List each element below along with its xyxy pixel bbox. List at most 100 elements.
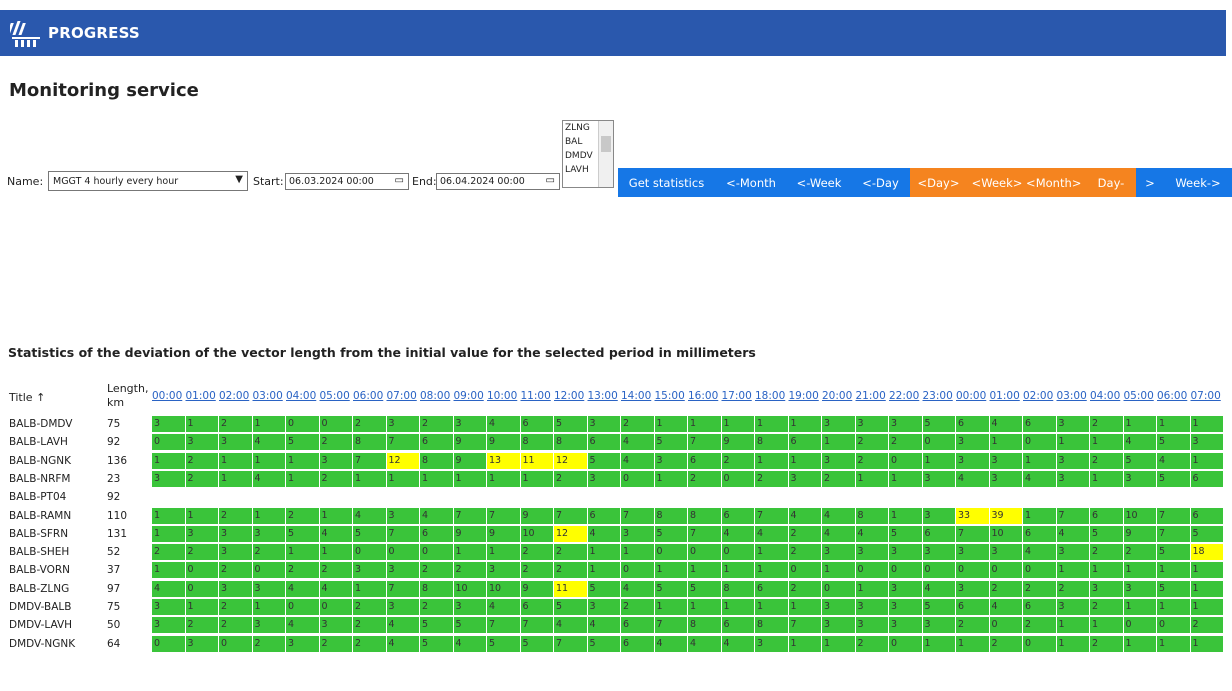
day-dash-button[interactable]: Day- — [1086, 168, 1136, 197]
hour-header-link[interactable]: 07:00 — [1191, 390, 1221, 402]
hour-header-link[interactable]: 22:00 — [889, 390, 919, 402]
table-cell: 1 — [755, 544, 789, 561]
table-cell: 6 — [956, 416, 990, 432]
table-cell: 33 — [956, 507, 990, 524]
table-cell: 3 — [1123, 580, 1157, 597]
table-cell: 1 — [219, 452, 253, 469]
hour-header-link[interactable]: 00:00 — [956, 390, 986, 402]
table-cell: 2 — [621, 599, 655, 615]
table-cell: 2 — [855, 434, 889, 451]
table-cell: 0 — [152, 635, 186, 652]
table-cell: 2 — [252, 635, 286, 652]
hour-header-link[interactable]: 06:00 — [1157, 390, 1187, 402]
hour-header-link[interactable]: 01:00 — [990, 390, 1020, 402]
table-cell: 0 — [621, 562, 655, 579]
table-cell: 3 — [1190, 434, 1224, 451]
table-cell: 5 — [353, 525, 387, 542]
hour-header-link[interactable]: 17:00 — [722, 390, 752, 402]
prev-week-button[interactable]: <-Week — [787, 168, 851, 197]
hour-header-link[interactable]: 01:00 — [186, 390, 216, 402]
table-cell: 3 — [822, 544, 856, 561]
table-cell: 3 — [989, 452, 1023, 469]
hour-header-link[interactable]: 03:00 — [1057, 390, 1087, 402]
table-cell: 1 — [1190, 635, 1224, 652]
start-datetime-input[interactable]: 06.03.2024 00:00 ▭ — [285, 173, 409, 190]
table-cell: 3 — [386, 599, 420, 615]
next-button[interactable]: > — [1136, 168, 1164, 197]
table-cell: 1 — [286, 544, 320, 561]
table-cell: 8 — [520, 434, 554, 451]
row-length: 92 — [107, 491, 121, 504]
name-label: Name: — [7, 175, 44, 188]
hour-header-link[interactable]: 08:00 — [420, 390, 450, 402]
table-cell: 6 — [420, 525, 454, 542]
hour-header-link[interactable]: 16:00 — [688, 390, 718, 402]
get-statistics-button[interactable]: Get statistics — [618, 168, 715, 197]
table-cell: 0 — [788, 562, 822, 579]
table-cell: 1 — [286, 470, 320, 487]
hour-header-link[interactable]: 07:00 — [387, 390, 417, 402]
end-label: End: — [412, 175, 437, 188]
next-week-button[interactable]: Week-> — [1164, 168, 1232, 197]
calendar-icon[interactable]: ▭ — [546, 175, 555, 186]
table-cell: 3 — [453, 599, 487, 615]
name-select[interactable]: MGGT 4 hourly every hour ▼ — [48, 171, 248, 191]
hour-header-link[interactable]: 04:00 — [286, 390, 316, 402]
table-cell: 1 — [755, 599, 789, 615]
hour-header-link[interactable]: 02:00 — [1023, 390, 1053, 402]
row-title: DMDV-NGNK — [9, 637, 76, 650]
hour-header-link[interactable]: 12:00 — [554, 390, 584, 402]
hour-header-link[interactable]: 10:00 — [487, 390, 517, 402]
table-cell: 0 — [721, 470, 755, 487]
row-length: 97 — [107, 582, 121, 595]
hour-header-link[interactable]: 09:00 — [454, 390, 484, 402]
hour-header-link[interactable]: 05:00 — [320, 390, 350, 402]
table-cell: 3 — [855, 416, 889, 432]
hour-header-link[interactable]: 00:00 — [152, 390, 182, 402]
hour-header-link[interactable]: 11:00 — [521, 390, 551, 402]
hour-header-link[interactable]: 03:00 — [253, 390, 283, 402]
table-cell: 3 — [353, 562, 387, 579]
table-cell: 4 — [286, 617, 320, 634]
table-cell: 1 — [822, 434, 856, 451]
hour-header-link[interactable]: 15:00 — [655, 390, 685, 402]
table-cell: 9 — [520, 507, 554, 524]
table-cell: 4 — [788, 507, 822, 524]
table-cell: 1 — [621, 544, 655, 561]
hour-header-link[interactable]: 04:00 — [1090, 390, 1120, 402]
hour-header-link[interactable]: 21:00 — [856, 390, 886, 402]
hour-header-link[interactable]: 06:00 — [353, 390, 383, 402]
hour-header-link[interactable]: 18:00 — [755, 390, 785, 402]
table-cell: 2 — [353, 416, 387, 432]
hour-header-link[interactable]: 20:00 — [822, 390, 852, 402]
hour-header-link[interactable]: 23:00 — [923, 390, 953, 402]
table-cell: 2 — [319, 470, 353, 487]
station-listbox[interactable]: ZLNG BAL DMDV LAVH — [562, 120, 614, 188]
table-cell: 3 — [1056, 599, 1090, 615]
table-cell: 2 — [219, 599, 253, 615]
table-cell: 1 — [252, 599, 286, 615]
end-datetime-input[interactable]: 06.04.2024 00:00 ▭ — [436, 173, 560, 190]
table-cell: 1 — [1157, 416, 1191, 432]
column-header-length[interactable]: Length, km — [107, 382, 157, 414]
table-cell: 1 — [688, 416, 722, 432]
hour-header-link[interactable]: 05:00 — [1124, 390, 1154, 402]
hour-header-link[interactable]: 02:00 — [219, 390, 249, 402]
listbox-scroll-thumb[interactable] — [601, 136, 611, 152]
hour-header-link[interactable]: 19:00 — [789, 390, 819, 402]
table-cell: 7 — [621, 507, 655, 524]
table-cell: 4 — [1056, 525, 1090, 542]
prev-month-button[interactable]: <-Month — [715, 168, 787, 197]
calendar-icon[interactable]: ▭ — [395, 175, 404, 186]
listbox-scrollbar[interactable] — [598, 121, 613, 187]
current-week-month-button[interactable]: <Week> <Month> — [967, 168, 1086, 197]
hour-header-link[interactable]: 13:00 — [588, 390, 618, 402]
table-cell: 3 — [822, 452, 856, 469]
table-cell: 2 — [855, 635, 889, 652]
statistics-title: Statistics of the deviation of the vecto… — [8, 345, 756, 360]
table-row: BALB-LAVH 92 0 3 3 4 5 2 8 7 6 9 9 8 8 6 4 5 7 9 8 6 1 2 2 0 3 1 0 1 1… — [0, 434, 1232, 451]
current-day-button[interactable]: <Day> — [910, 168, 967, 197]
table-cell: 3 — [822, 617, 856, 634]
prev-day-button[interactable]: <-Day — [851, 168, 910, 197]
hour-header-link[interactable]: 14:00 — [621, 390, 651, 402]
